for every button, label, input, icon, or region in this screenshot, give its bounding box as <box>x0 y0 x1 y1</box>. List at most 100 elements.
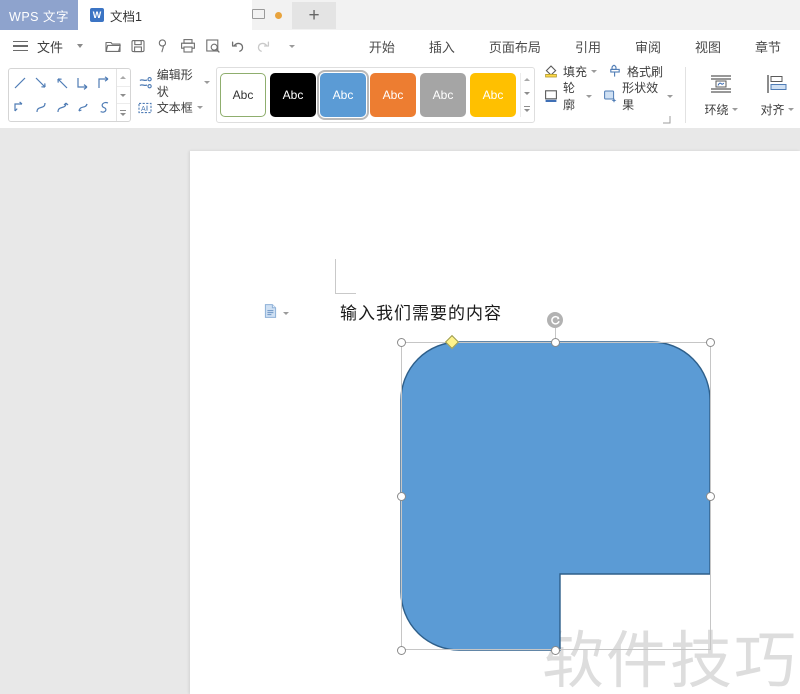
style-white-outline[interactable]: Abc <box>220 73 267 117</box>
file-menu-label[interactable]: 文件 <box>33 37 67 56</box>
handle-rotate[interactable] <box>547 312 563 328</box>
chevron-down-icon[interactable] <box>586 94 593 98</box>
gallery-more-icon[interactable] <box>524 105 531 112</box>
handle-top-center[interactable] <box>550 337 560 347</box>
elbow-connector-shape[interactable] <box>73 71 94 95</box>
chevron-down-icon[interactable] <box>196 106 203 109</box>
dialog-launcher-icon[interactable] <box>662 111 671 129</box>
fill-bucket-icon <box>543 63 559 79</box>
fill-button[interactable]: 填充 <box>543 61 598 81</box>
chevron-down-icon[interactable] <box>68 34 92 58</box>
wrap-text-icon <box>709 73 733 98</box>
shape-gallery-grid <box>9 69 116 121</box>
document-tab-label: 文档1 <box>110 9 142 24</box>
arrow-line-shape[interactable] <box>31 71 52 95</box>
wrap-text-button[interactable]: 环绕 <box>698 73 744 118</box>
align-objects-button[interactable]: 对齐 <box>754 73 800 118</box>
freeform-curve-shape[interactable] <box>94 95 115 119</box>
wps-writer-window: WPS 文字 W 文档1 + 文件 开始 插入 页面布局 引用 审阅 视图 章节… <box>0 0 800 694</box>
shape-effects-label: 形状效果 <box>622 81 659 112</box>
print-icon[interactable] <box>176 34 200 58</box>
handle-bottom-center[interactable] <box>550 645 560 655</box>
document-tab[interactable]: W 文档1 <box>78 0 252 30</box>
style-black[interactable]: Abc <box>270 73 317 117</box>
print-preview-icon[interactable] <box>201 34 225 58</box>
curved-double-arrow-shape[interactable] <box>73 95 94 119</box>
arrange-group: 环绕 对齐 <box>685 67 800 123</box>
edit-shape-icon <box>137 75 153 91</box>
curved-connector-shape[interactable] <box>31 95 52 119</box>
ribbon-tab-review[interactable]: 审阅 <box>618 30 678 62</box>
chevron-down-icon[interactable] <box>731 107 738 111</box>
titlebar-filler: + <box>252 0 800 30</box>
handle-middle-right[interactable] <box>705 491 715 501</box>
shape-gallery[interactable] <box>8 68 131 122</box>
hamburger-menu-icon[interactable] <box>8 34 32 58</box>
touch-mode-icon[interactable] <box>151 34 175 58</box>
chevron-down-icon[interactable] <box>591 69 598 73</box>
scroll-down-icon[interactable] <box>116 87 130 105</box>
fill-label: 填充 <box>563 64 588 79</box>
redo-icon[interactable] <box>251 34 275 58</box>
new-tab-button[interactable]: + <box>292 1 336 29</box>
ribbon-tab-view[interactable]: 视图 <box>678 30 738 62</box>
format-painter-icon <box>607 63 623 79</box>
outline-button[interactable]: 轮廓 <box>543 81 593 112</box>
ribbon-tab-chapter[interactable]: 章节 <box>738 30 798 62</box>
open-folder-icon[interactable] <box>101 34 125 58</box>
gallery-more-icon[interactable] <box>117 104 130 121</box>
shape-styles-scrollbar[interactable] <box>520 73 533 117</box>
handle-bottom-left[interactable] <box>396 645 406 655</box>
ribbon-tab-layout[interactable]: 页面布局 <box>472 30 558 62</box>
elbow-arrow-connector-shape[interactable] <box>94 71 115 95</box>
text-box-label: 文本框 <box>156 101 193 115</box>
elbow-double-arrow-shape[interactable] <box>10 95 31 119</box>
format-painter-button[interactable]: 格式刷 <box>607 61 663 81</box>
scroll-up-icon[interactable] <box>524 78 531 82</box>
ribbon-tab-insert[interactable]: 插入 <box>412 30 472 62</box>
curved-arrow-connector-shape[interactable] <box>52 95 73 119</box>
edit-shape-label: 编辑形状 <box>156 67 193 99</box>
undo-icon[interactable] <box>226 34 250 58</box>
align-objects-icon <box>765 73 789 98</box>
scroll-up-icon[interactable] <box>116 69 130 87</box>
align-objects-label: 对齐 <box>760 102 785 117</box>
ribbon-tab-references[interactable]: 引用 <box>558 30 618 62</box>
monitor-icon[interactable] <box>252 9 265 21</box>
style-orange[interactable]: Abc <box>370 73 417 117</box>
up-arrow-line-shape[interactable] <box>52 71 73 95</box>
style-blue[interactable]: Abc <box>317 70 370 120</box>
wps-writer-icon: W <box>90 8 104 22</box>
handle-middle-left[interactable] <box>396 491 406 501</box>
document-work-area[interactable]: 输入我们需要的内容 软件技巧 <box>0 128 800 694</box>
handle-top-left[interactable] <box>396 337 406 347</box>
orange-status-dot[interactable] <box>275 11 282 19</box>
quick-access-toolbar: 文件 <box>0 34 304 58</box>
save-icon[interactable] <box>126 34 150 58</box>
qat-more-chevron-icon[interactable] <box>280 34 304 58</box>
shape-gallery-scrollbar[interactable] <box>115 69 130 121</box>
shape-outline-icon <box>543 88 559 104</box>
edit-shape-button[interactable]: 编辑形状 <box>137 68 211 99</box>
app-brand-label: WPS 文字 <box>0 0 78 30</box>
style-yellow[interactable]: Abc <box>470 73 517 117</box>
format-painter-label: 格式刷 <box>627 64 664 79</box>
ribbon-tab-start[interactable]: 开始 <box>352 30 412 62</box>
svg-text:A: A <box>141 106 146 113</box>
shape-effects-icon <box>602 88 618 104</box>
ribbon-tab-strip: 开始 插入 页面布局 引用 审阅 视图 章节 <box>352 30 800 62</box>
chevron-down-icon[interactable] <box>204 81 211 84</box>
line-shape[interactable] <box>10 71 31 95</box>
handle-top-right[interactable] <box>705 337 715 347</box>
chevron-down-icon[interactable] <box>787 107 794 111</box>
style-gray[interactable]: Abc <box>420 73 467 117</box>
title-bar: WPS 文字 W 文档1 + <box>0 0 800 30</box>
shape-effects-button[interactable]: 形状效果 <box>602 81 673 112</box>
menu-bar: 文件 开始 插入 页面布局 引用 审阅 视图 章节 <box>0 30 800 62</box>
scroll-down-icon[interactable] <box>524 92 531 96</box>
text-box-button[interactable]: A 文本框 <box>137 98 210 118</box>
shape-selection-layer <box>0 128 800 694</box>
shape-styles-gallery: Abc Abc Abc Abc Abc Abc <box>216 67 536 123</box>
text-box-icon: A <box>137 100 153 116</box>
chevron-down-icon[interactable] <box>667 94 673 98</box>
